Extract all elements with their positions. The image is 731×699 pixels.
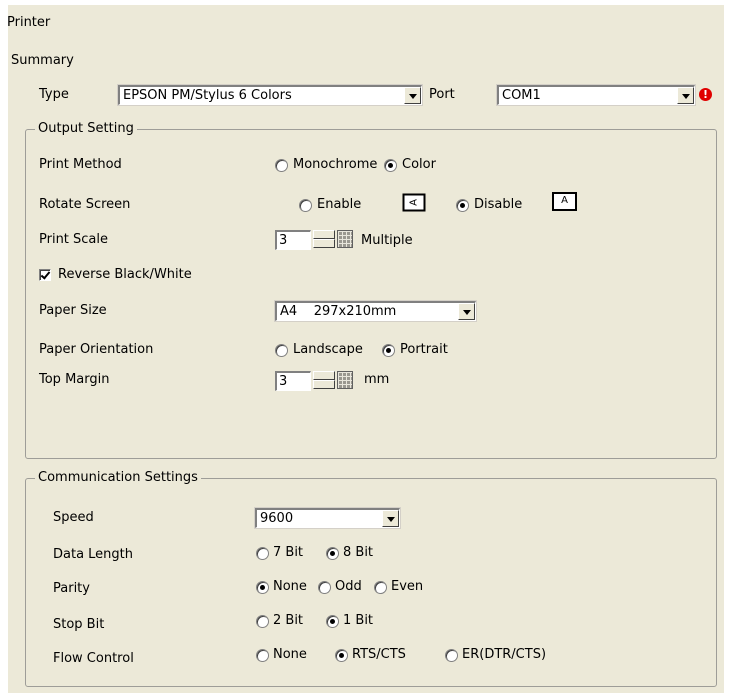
- port-combobox-value: COM1: [502, 88, 541, 103]
- data-length-7bit-radio[interactable]: [256, 547, 269, 560]
- orientation-landscape-label[interactable]: Landscape: [293, 342, 363, 358]
- paper-size-label: Paper Size: [39, 303, 107, 318]
- reverse-bw-checkbox[interactable]: [39, 269, 51, 281]
- print-scale-up-button[interactable]: [313, 230, 335, 239]
- type-combobox-value: EPSON PM/Stylus 6 Colors: [123, 88, 292, 103]
- printer-settings-window: Printer Summary Type EPSON PM/Stylus 6 C…: [0, 0, 731, 699]
- orientation-portrait-radio[interactable]: [382, 344, 395, 357]
- top-margin-up-button[interactable]: [313, 371, 335, 380]
- paper-size-value: A4 297x210mm: [280, 304, 397, 319]
- rotate-screen-label: Rotate Screen: [39, 197, 131, 212]
- stop-bit-2bit-radio[interactable]: [256, 615, 269, 628]
- speed-combobox[interactable]: 9600: [254, 507, 401, 529]
- speed-value: 9600: [260, 511, 294, 526]
- data-length-8bit-label[interactable]: 8 Bit: [343, 545, 373, 561]
- parity-none-label[interactable]: None: [273, 579, 307, 595]
- data-length-label: Data Length: [53, 547, 134, 562]
- rotate-disable-radio[interactable]: [456, 199, 469, 212]
- parity-even-radio[interactable]: [374, 581, 387, 594]
- stop-bit-1bit-radio[interactable]: [326, 615, 339, 628]
- flow-erdtr-radio[interactable]: [445, 649, 458, 662]
- flow-control-label: Flow Control: [53, 651, 134, 666]
- parity-even-label[interactable]: Even: [391, 579, 423, 595]
- data-length-7bit-label[interactable]: 7 Bit: [273, 545, 303, 561]
- type-dropdown-button[interactable]: [404, 87, 421, 104]
- flow-rtscts-radio[interactable]: [335, 649, 348, 662]
- rotate-enable-radio[interactable]: [299, 199, 312, 212]
- rotated-page-icon: A: [402, 193, 426, 212]
- type-combobox[interactable]: EPSON PM/Stylus 6 Colors: [117, 84, 423, 106]
- print-method-label: Print Method: [39, 157, 122, 172]
- top-margin-unit: mm: [364, 372, 390, 387]
- print-scale-stepper[interactable]: [313, 230, 335, 248]
- top-margin-value: 3: [279, 374, 288, 389]
- parity-none-radio[interactable]: [256, 581, 269, 594]
- top-margin-label: Top Margin: [39, 372, 110, 387]
- reverse-bw-label[interactable]: Reverse Black/White: [58, 267, 192, 283]
- print-scale-input[interactable]: 3: [275, 230, 311, 250]
- speed-label: Speed: [53, 510, 94, 525]
- print-method-monochrome-radio[interactable]: [275, 159, 288, 172]
- rotate-enable-label[interactable]: Enable: [317, 197, 361, 213]
- output-setting-title: Output Setting: [35, 121, 137, 137]
- settings-panel: Printer Summary Type EPSON PM/Stylus 6 C…: [7, 5, 724, 693]
- top-margin-down-button[interactable]: [313, 380, 335, 389]
- print-scale-keypad-icon[interactable]: [337, 230, 353, 248]
- paper-size-dropdown-button[interactable]: [458, 303, 475, 320]
- print-scale-unit: Multiple: [361, 233, 413, 248]
- port-dropdown-button[interactable]: [677, 87, 694, 104]
- port-combobox[interactable]: COM1: [496, 84, 696, 106]
- port-label: Port: [429, 87, 455, 102]
- top-margin-stepper[interactable]: [313, 371, 335, 389]
- orientation-portrait-label[interactable]: Portrait: [400, 342, 448, 358]
- flow-none-label[interactable]: None: [273, 647, 307, 663]
- print-method-monochrome-label[interactable]: Monochrome: [293, 157, 377, 173]
- flow-rtscts-label[interactable]: RTS/CTS: [352, 647, 406, 663]
- orientation-landscape-radio[interactable]: [275, 344, 288, 357]
- communication-settings-title: Communication Settings: [35, 470, 201, 486]
- paper-orientation-label: Paper Orientation: [39, 342, 154, 357]
- data-length-8bit-radio[interactable]: [326, 547, 339, 560]
- output-setting-group: [25, 129, 717, 459]
- parity-odd-radio[interactable]: [318, 581, 331, 594]
- print-scale-label: Print Scale: [39, 232, 109, 247]
- error-exclamation-icon[interactable]: !: [699, 88, 712, 101]
- window-title: Printer: [7, 15, 51, 30]
- top-margin-input[interactable]: 3: [275, 371, 311, 391]
- flow-erdtr-label[interactable]: ER(DTR/CTS): [462, 647, 546, 663]
- parity-label: Parity: [53, 581, 90, 596]
- print-scale-down-button[interactable]: [313, 239, 335, 248]
- rotate-disable-label[interactable]: Disable: [474, 197, 522, 213]
- stop-bit-2bit-label[interactable]: 2 Bit: [273, 613, 303, 629]
- stop-bit-label: Stop Bit: [53, 617, 105, 632]
- paper-size-combobox[interactable]: A4 297x210mm: [274, 300, 477, 322]
- stop-bit-1bit-label[interactable]: 1 Bit: [343, 613, 373, 629]
- speed-dropdown-button[interactable]: [382, 510, 399, 527]
- print-scale-value: 3: [279, 233, 288, 248]
- top-margin-keypad-icon[interactable]: [337, 371, 353, 389]
- flow-none-radio[interactable]: [256, 649, 269, 662]
- summary-heading: Summary: [11, 53, 74, 68]
- upright-page-icon: A: [552, 192, 577, 211]
- print-method-color-label[interactable]: Color: [402, 157, 436, 173]
- type-label: Type: [39, 87, 69, 102]
- parity-odd-label[interactable]: Odd: [335, 579, 362, 595]
- print-method-color-radio[interactable]: [384, 159, 397, 172]
